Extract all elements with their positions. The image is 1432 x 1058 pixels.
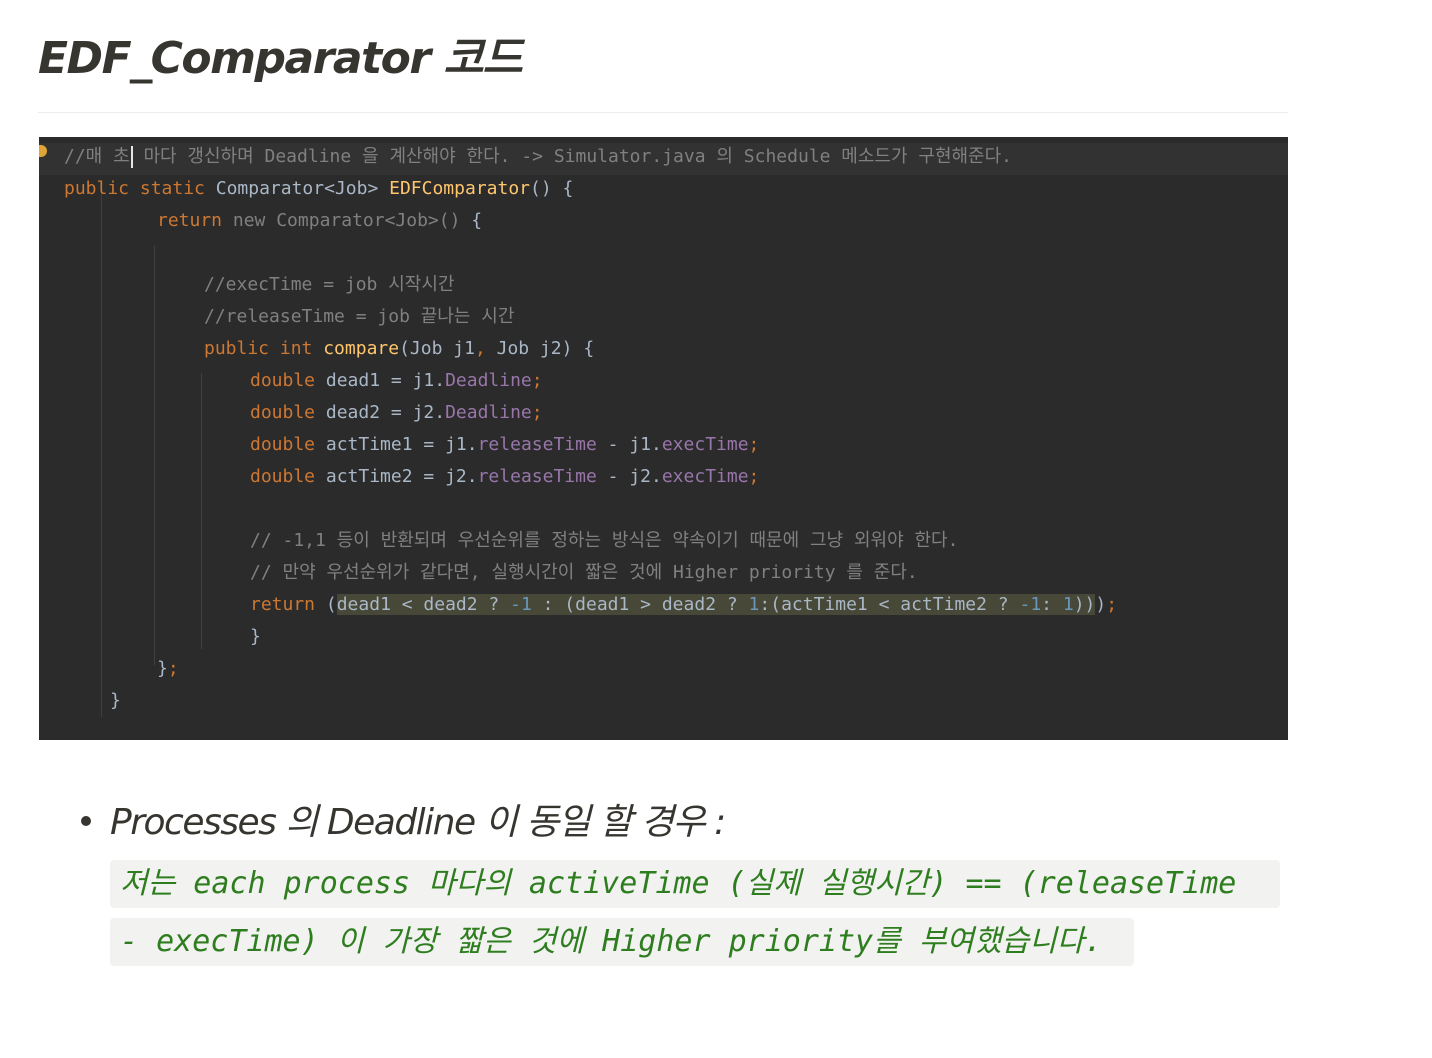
divider bbox=[38, 112, 1288, 113]
code-line-14: // 만약 우선순위가 같다면, 실행시간이 짧은 것에 Higher prio… bbox=[250, 562, 918, 583]
code-line-9: double dead2 = j2.Deadline; bbox=[250, 402, 543, 423]
code-line-6: //releaseTime = job 끝나는 시간 bbox=[204, 306, 515, 327]
page-title: EDF_Comparator 코드 bbox=[38, 33, 523, 84]
code-line-13: // -1,1 등이 반환되며 우선순위를 정하는 방식은 약속이기 때문에 그… bbox=[250, 530, 959, 551]
indent-guide bbox=[154, 245, 155, 665]
code-line-5: //execTime = job 시작시간 bbox=[204, 274, 455, 295]
code-screenshot: //매 초 마다 갱신하며 Deadline 을 계산해야 한다. -> Sim… bbox=[39, 137, 1288, 740]
indent-guide bbox=[201, 373, 202, 649]
code-line-17: }; bbox=[157, 658, 179, 679]
code-line-8: double dead1 = j1.Deadline; bbox=[250, 370, 543, 391]
bullet-icon bbox=[81, 816, 91, 826]
code-line-7: public int compare(Job j1, Job j2) { bbox=[204, 338, 595, 359]
code-line-16: } bbox=[250, 626, 261, 647]
inline-code-note-line2: - execTime) 이 가장 짧은 것에 Higher priority를 … bbox=[110, 918, 1134, 966]
matched-expression-highlight: dead1 < dead2 ? -1 : (dead1 > dead2 ? 1:… bbox=[336, 594, 1096, 615]
code-line-10: double actTime1 = j1.releaseTime - j1.ex… bbox=[250, 434, 760, 455]
bullet-text: Processes 의 Deadline 이 동일 할 경우 : bbox=[110, 802, 726, 843]
code-line-18: } bbox=[110, 690, 121, 711]
code-line-15: return (dead1 < dead2 ? -1 : (dead1 > de… bbox=[250, 594, 1118, 615]
inline-code-note-line1: 저는 each process 마다의 activeTime (실제 실행시간)… bbox=[110, 860, 1280, 908]
code-line-2: public static Comparator<Job> EDFCompara… bbox=[64, 178, 574, 199]
code-line-3: return new Comparator<Job>() { bbox=[157, 210, 483, 231]
code-line-11: double actTime2 = j2.releaseTime - j2.ex… bbox=[250, 466, 760, 487]
indent-guide bbox=[101, 181, 102, 717]
code-line-1: //매 초 마다 갱신하며 Deadline 을 계산해야 한다. -> Sim… bbox=[64, 146, 1013, 168]
